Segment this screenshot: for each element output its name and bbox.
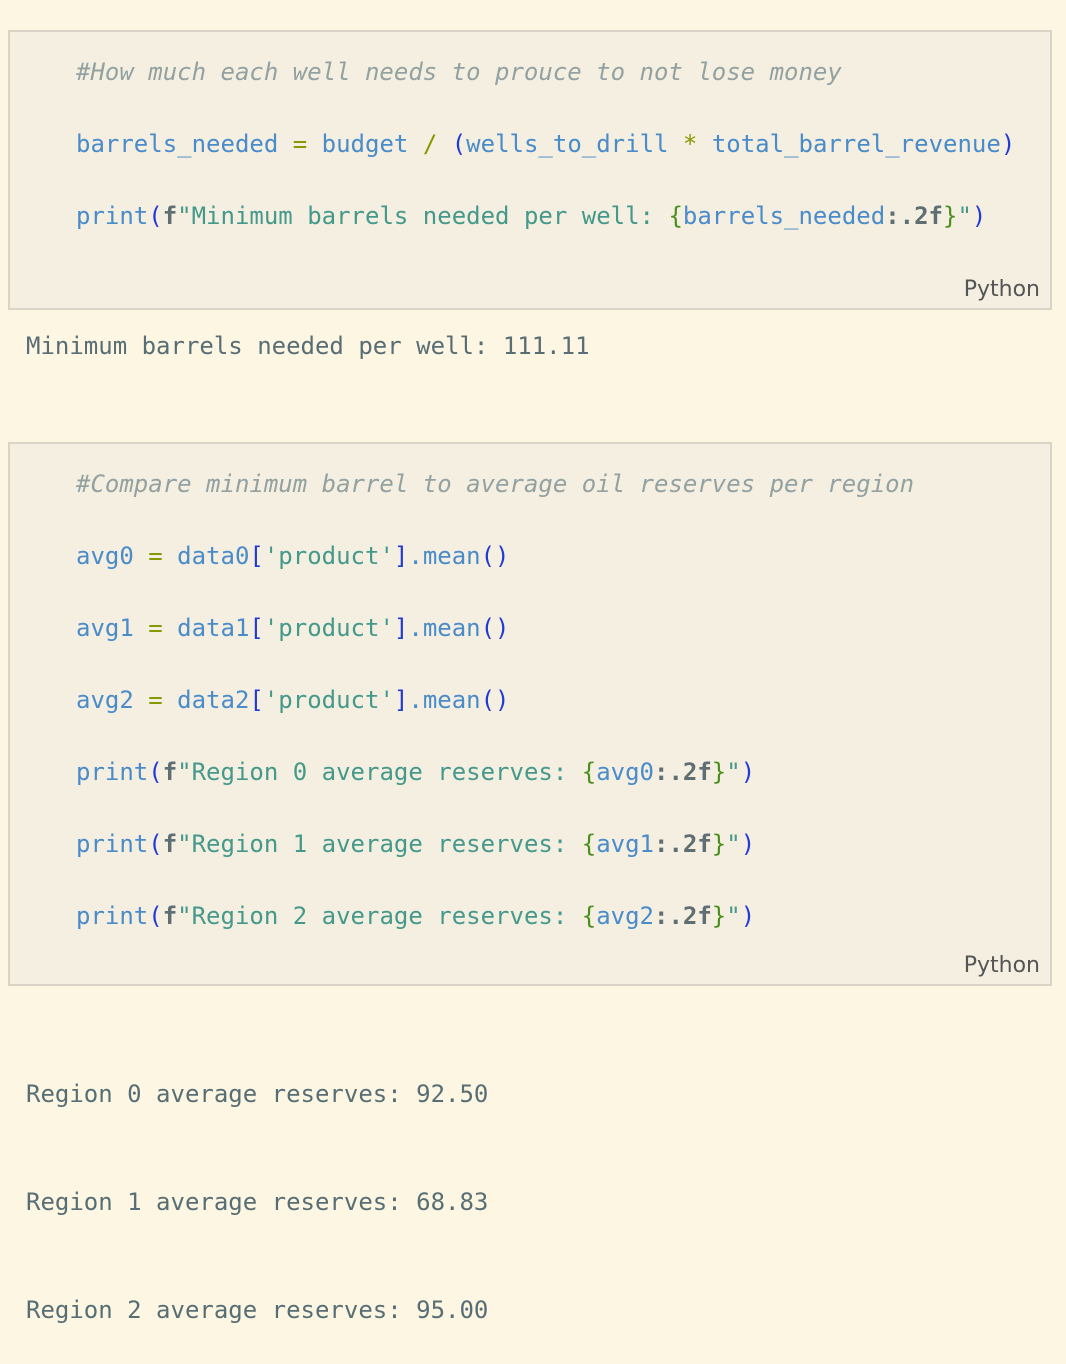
code-line-print-region2: print(f"Region 2 average reserves: {avg2… [76,902,756,930]
code-line-avg0: avg0 = data0['product'].mean() [76,542,510,570]
output-line: Region 0 average reserves: 92.50 [26,1080,489,1108]
output-line: Region 1 average reserves: 68.83 [26,1188,489,1216]
output-line: Region 2 average reserves: 95.00 [26,1296,489,1324]
code-cell-2[interactable]: #Compare minimum barrel to average oil r… [8,442,1052,986]
code-line-avg2: avg2 = data2['product'].mean() [76,686,510,714]
output-line: Minimum barrels needed per well: 111.11 [26,332,590,360]
cell-output-2: Region 0 average reserves: 92.50 Region … [26,1004,488,1364]
code-line-barrels-needed: barrels_needed = budget / (wells_to_dril… [76,130,1016,158]
code-comment: #How much each well needs to prouce to n… [76,58,842,86]
cell-language-label: Python [963,953,1040,978]
code-line-avg1: avg1 = data1['product'].mean() [76,614,510,642]
code-line-print-region1: print(f"Region 1 average reserves: {avg1… [76,830,756,858]
code-line-print: print(f"Minimum barrels needed per well:… [76,202,987,230]
code-line-print-region0: print(f"Region 0 average reserves: {avg0… [76,758,756,786]
cell-output-1: Minimum barrels needed per well: 111.11 [26,328,590,364]
cell-language-label: Python [963,277,1040,302]
code-comment: #Compare minimum barrel to average oil r… [76,470,915,498]
code-cell-1[interactable]: #How much each well needs to prouce to n… [8,30,1052,310]
